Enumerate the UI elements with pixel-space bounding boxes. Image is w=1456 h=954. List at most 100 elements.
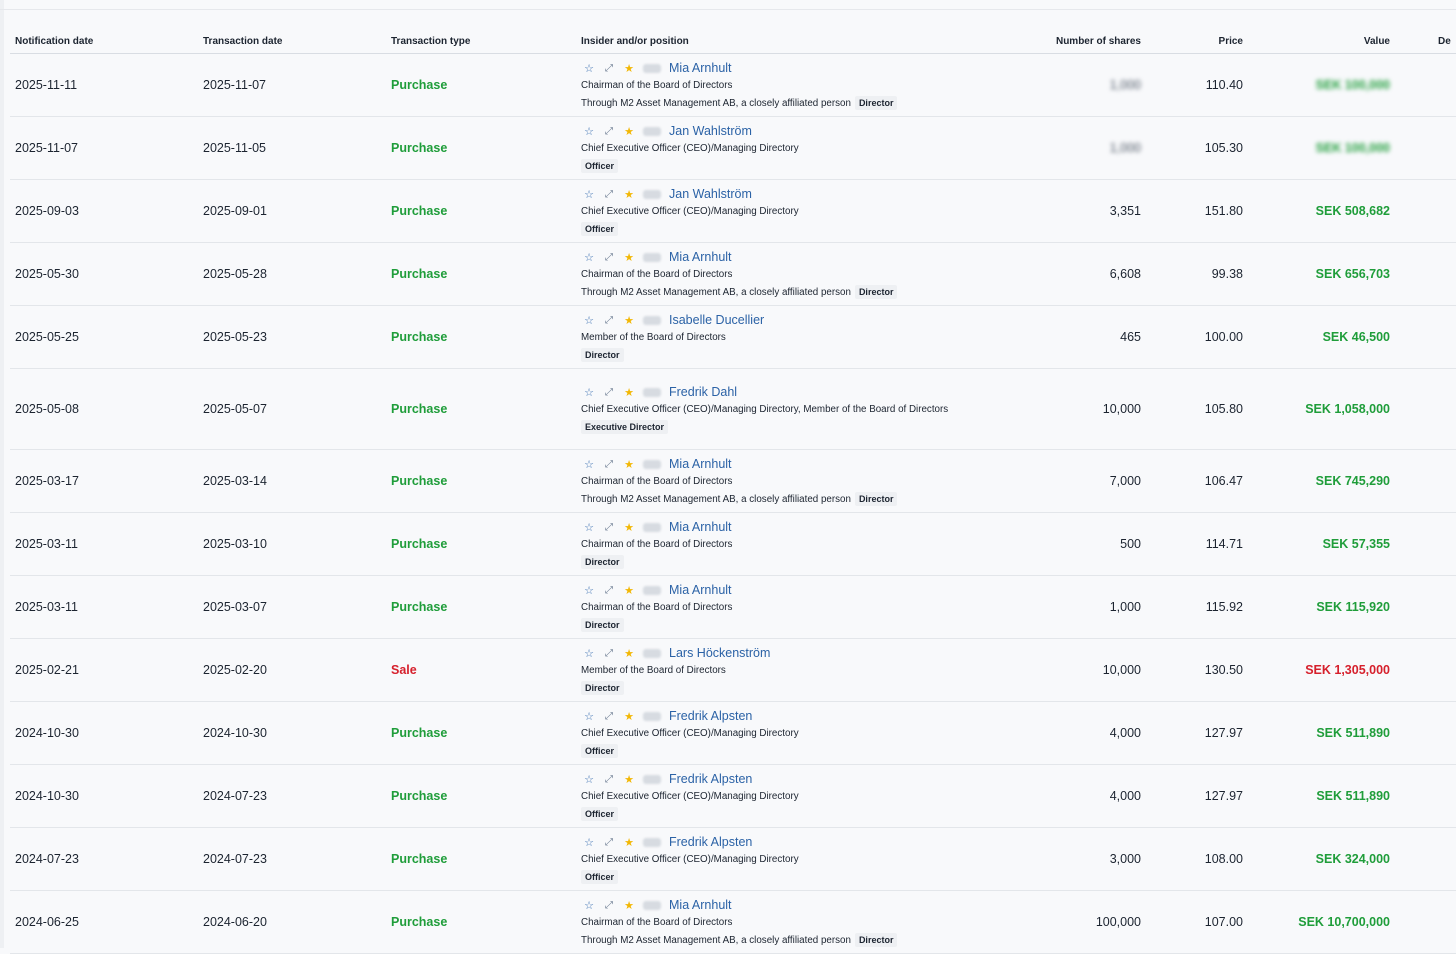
expand-icon[interactable]: ⤢ <box>601 711 617 722</box>
header-transaction-type[interactable]: Transaction type <box>387 36 577 47</box>
insider-name-link[interactable]: Fredrik Alpsten <box>669 772 752 786</box>
price-value: 100.00 <box>1204 330 1243 344</box>
insider-cell: ☆ ⤢ ★ Jan Wahlström Chief Executive Officer … <box>577 120 967 176</box>
insider-name-link[interactable]: Mia Arnhult <box>669 61 732 75</box>
star-outline-icon[interactable]: ☆ <box>581 521 597 534</box>
star-outline-icon[interactable]: ☆ <box>581 899 597 912</box>
header-insider[interactable]: Insider and/or position <box>577 36 967 47</box>
table-row[interactable]: 2025-11-11 2025-11-07 Purchase ☆ ⤢ ★ Mia Arnhu… <box>10 54 1456 117</box>
star-filled-icon[interactable]: ★ <box>621 710 637 723</box>
table-row[interactable]: 2025-03-17 2025-03-14 Purchase ☆ ⤢ ★ Mia Arnhu… <box>10 450 1456 513</box>
header-notification-date[interactable]: Notification date <box>10 36 198 47</box>
role-badge: Director <box>854 96 898 110</box>
table-row[interactable]: 2025-05-25 2025-05-23 Purchase ☆ ⤢ ★ Isabelle … <box>10 306 1456 369</box>
star-filled-icon[interactable]: ★ <box>621 188 637 201</box>
transaction-type: Purchase <box>391 726 448 740</box>
table-row[interactable]: 2025-05-08 2025-05-07 Purchase ☆ ⤢ ★ Fredrik D… <box>10 369 1456 450</box>
expand-icon[interactable]: ⤢ <box>601 900 617 911</box>
insider-name-link[interactable]: Mia Arnhult <box>669 898 732 912</box>
table-row[interactable]: 2025-03-11 2025-03-07 Purchase ☆ ⤢ ★ Mia Arnhu… <box>10 576 1456 639</box>
transaction-date: 2025-05-23 <box>203 330 267 344</box>
table-row[interactable]: 2025-05-30 2025-05-28 Purchase ☆ ⤢ ★ Mia Arnhu… <box>10 243 1456 306</box>
star-filled-icon[interactable]: ★ <box>621 584 637 597</box>
expand-icon[interactable]: ⤢ <box>601 126 617 137</box>
shares-value: 3,000 <box>1109 852 1141 866</box>
transaction-value: SEK 100,000 <box>1315 141 1390 155</box>
shares-value: 10,000 <box>1102 663 1141 677</box>
transaction-type: Purchase <box>391 537 448 551</box>
expand-icon[interactable]: ⤢ <box>601 522 617 533</box>
star-filled-icon[interactable]: ★ <box>621 386 637 399</box>
table-row[interactable]: 2025-11-07 2025-11-05 Purchase ☆ ⤢ ★ Jan Wahls… <box>10 117 1456 180</box>
star-filled-icon[interactable]: ★ <box>621 314 637 327</box>
table-row[interactable]: 2025-09-03 2025-09-01 Purchase ☆ ⤢ ★ Jan Wahls… <box>10 180 1456 243</box>
price-value: 106.47 <box>1204 474 1243 488</box>
table-row[interactable]: 2024-10-30 2024-07-23 Purchase ☆ ⤢ ★ Fredrik A… <box>10 765 1456 828</box>
insider-position: Member of the Board of Directors <box>581 332 726 343</box>
star-filled-icon[interactable]: ★ <box>621 62 637 75</box>
insider-affiliation: Through M2 Asset Management AB, a closel… <box>581 287 851 298</box>
star-outline-icon[interactable]: ☆ <box>581 836 597 849</box>
star-filled-icon[interactable]: ★ <box>621 647 637 660</box>
role-badge: Director <box>581 681 624 695</box>
insider-name-link[interactable]: Isabelle Ducellier <box>669 313 764 327</box>
header-transaction-date[interactable]: Transaction date <box>198 36 387 47</box>
expand-icon[interactable]: ⤢ <box>601 837 617 848</box>
star-outline-icon[interactable]: ☆ <box>581 458 597 471</box>
table-row[interactable]: 2025-03-11 2025-03-10 Purchase ☆ ⤢ ★ Mia Arnhu… <box>10 513 1456 576</box>
star-outline-icon[interactable]: ☆ <box>581 647 597 660</box>
expand-icon[interactable]: ⤢ <box>601 774 617 785</box>
transaction-value: SEK 1,305,000 <box>1305 663 1390 677</box>
header-value[interactable]: Value <box>1243 36 1390 47</box>
star-filled-icon[interactable]: ★ <box>621 836 637 849</box>
star-filled-icon[interactable]: ★ <box>621 458 637 471</box>
insider-name-link[interactable]: Mia Arnhult <box>669 583 732 597</box>
insider-cell: ☆ ⤢ ★ Mia Arnhult Chairman of the Board of D… <box>577 57 967 113</box>
star-outline-icon[interactable]: ☆ <box>581 62 597 75</box>
star-filled-icon[interactable]: ★ <box>621 125 637 138</box>
expand-icon[interactable]: ⤢ <box>601 252 617 263</box>
header-shares[interactable]: Number of shares <box>967 36 1141 47</box>
star-filled-icon[interactable]: ★ <box>621 251 637 264</box>
expand-icon[interactable]: ⤢ <box>601 648 617 659</box>
table-row[interactable]: 2024-06-25 2024-06-20 Purchase ☆ ⤢ ★ Mia Arnhu… <box>10 891 1456 954</box>
insider-name-link[interactable]: Jan Wahlström <box>669 124 752 138</box>
role-badge: Director <box>854 285 898 299</box>
transaction-value: SEK 57,355 <box>1322 537 1390 551</box>
expand-icon[interactable]: ⤢ <box>601 315 617 326</box>
insider-name-link[interactable]: Lars Höckenström <box>669 646 770 660</box>
role-badge: Director <box>854 933 898 947</box>
table-row[interactable]: 2024-10-30 2024-10-30 Purchase ☆ ⤢ ★ Fredrik A… <box>10 702 1456 765</box>
star-outline-icon[interactable]: ☆ <box>581 251 597 264</box>
insider-cell: ☆ ⤢ ★ Mia Arnhult Chairman of the Board of D… <box>577 246 967 302</box>
expand-icon[interactable]: ⤢ <box>601 459 617 470</box>
insider-cell: ☆ ⤢ ★ Jan Wahlström Chief Executive Officer … <box>577 183 967 239</box>
expand-icon[interactable]: ⤢ <box>601 387 617 398</box>
star-outline-icon[interactable]: ☆ <box>581 125 597 138</box>
star-filled-icon[interactable]: ★ <box>621 521 637 534</box>
header-price[interactable]: Price <box>1141 36 1243 47</box>
expand-icon[interactable]: ⤢ <box>601 189 617 200</box>
star-outline-icon[interactable]: ☆ <box>581 710 597 723</box>
insider-name-link[interactable]: Fredrik Alpsten <box>669 709 752 723</box>
insider-name-link[interactable]: Fredrik Dahl <box>669 385 737 399</box>
insider-name-link[interactable]: Mia Arnhult <box>669 250 732 264</box>
transaction-date: 2025-02-20 <box>203 663 267 677</box>
insider-name-link[interactable]: Mia Arnhult <box>669 520 732 534</box>
insider-name-link[interactable]: Fredrik Alpsten <box>669 835 752 849</box>
table-row[interactable]: 2025-02-21 2025-02-20 Sale ☆ ⤢ ★ Lars Höckenst… <box>10 639 1456 702</box>
star-outline-icon[interactable]: ☆ <box>581 188 597 201</box>
star-outline-icon[interactable]: ☆ <box>581 386 597 399</box>
notification-date: 2025-05-08 <box>15 402 79 416</box>
header-extra[interactable]: De <box>1390 36 1456 47</box>
star-outline-icon[interactable]: ☆ <box>581 773 597 786</box>
expand-icon[interactable]: ⤢ <box>601 63 617 74</box>
insider-name-link[interactable]: Mia Arnhult <box>669 457 732 471</box>
table-row[interactable]: 2024-07-23 2024-07-23 Purchase ☆ ⤢ ★ Fredrik A… <box>10 828 1456 891</box>
insider-name-link[interactable]: Jan Wahlström <box>669 187 752 201</box>
star-filled-icon[interactable]: ★ <box>621 773 637 786</box>
star-filled-icon[interactable]: ★ <box>621 899 637 912</box>
star-outline-icon[interactable]: ☆ <box>581 584 597 597</box>
expand-icon[interactable]: ⤢ <box>601 585 617 596</box>
star-outline-icon[interactable]: ☆ <box>581 314 597 327</box>
